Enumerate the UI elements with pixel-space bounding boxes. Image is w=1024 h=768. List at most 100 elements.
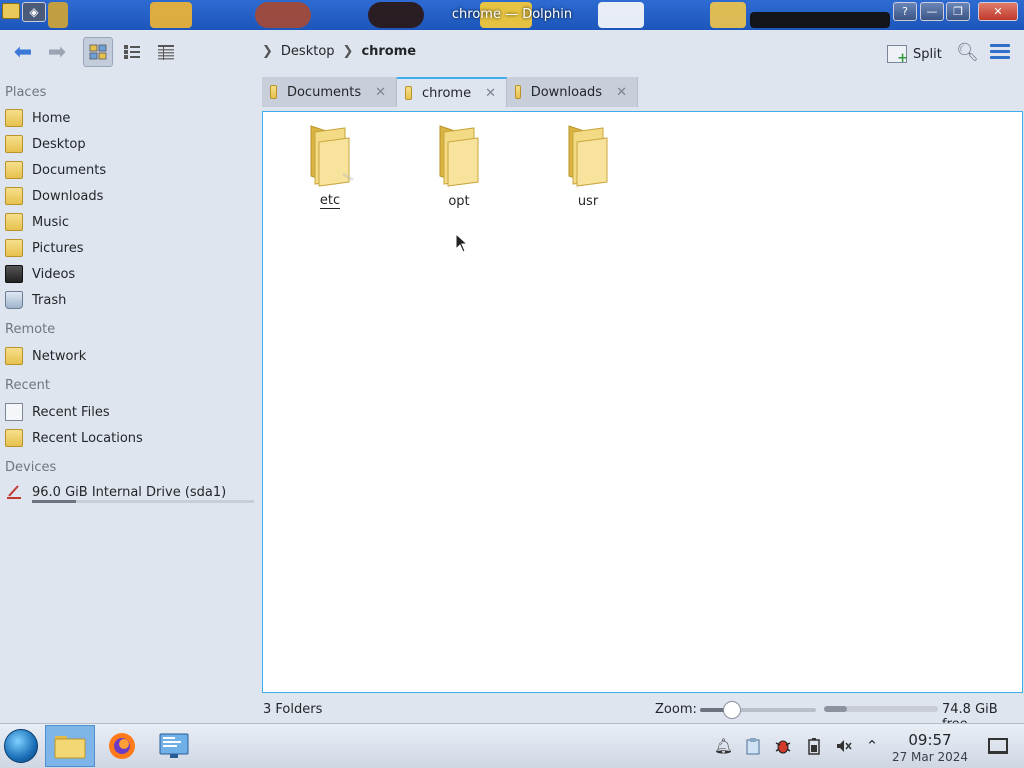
bug-icon[interactable] xyxy=(774,737,792,755)
network-icon xyxy=(5,347,23,365)
details-view-button[interactable] xyxy=(151,37,181,67)
clipboard-icon[interactable] xyxy=(744,737,762,755)
arrow-right-icon: ➡ xyxy=(47,39,67,65)
folder-count: 3 Folders xyxy=(263,702,323,717)
settings-monitor-icon xyxy=(159,733,189,758)
documents-icon xyxy=(5,161,23,179)
clock[interactable]: 09:57 27 Mar 2024 xyxy=(886,731,974,765)
desktop-icon xyxy=(5,135,23,153)
clock-time: 09:57 xyxy=(908,731,952,749)
firefox-icon xyxy=(109,733,135,759)
split-label: Split xyxy=(913,46,942,62)
sidebar-item-trash[interactable]: Trash xyxy=(5,288,255,312)
folder-item-etc[interactable]: etc xyxy=(280,120,380,220)
music-icon xyxy=(5,213,23,231)
folder-item-usr[interactable]: usr xyxy=(538,120,638,220)
downloads-icon xyxy=(5,187,23,205)
folder-icon xyxy=(405,86,413,100)
sidebar-item-recent-locations[interactable]: Recent Locations xyxy=(5,426,255,450)
icons-view-button[interactable] xyxy=(83,37,113,67)
sidebar-item-documents[interactable]: Documents xyxy=(5,158,255,182)
sidebar-item-home[interactable]: Home xyxy=(5,106,255,130)
videos-icon xyxy=(5,265,23,283)
notification-bell-icon[interactable]: 🔔︎ xyxy=(714,737,733,755)
folder-icon xyxy=(270,85,277,99)
folder-icon xyxy=(439,125,479,187)
task-system-settings[interactable] xyxy=(149,725,199,767)
taskbar: 🔔︎ ⌃ 09:57 27 Mar 2024 xyxy=(0,723,1024,768)
tab-bar: Documents ✕ chrome ✕ Downloads ✕ xyxy=(262,77,638,107)
sidebar-item-desktop[interactable]: Desktop xyxy=(5,132,255,156)
folder-name: opt xyxy=(448,194,470,209)
sidebar-item-recent-files[interactable]: Recent Files xyxy=(5,400,255,424)
section-places: Places xyxy=(5,85,47,100)
mouse-cursor-icon xyxy=(455,233,469,253)
split-view-icon xyxy=(887,45,908,66)
clock-date: 27 Mar 2024 xyxy=(891,750,969,764)
tab-chrome[interactable]: chrome ✕ xyxy=(397,77,507,107)
breadcrumb: ❯ Desktop ❯ chrome xyxy=(262,44,416,59)
arrow-left-icon: ⬅ xyxy=(13,39,33,65)
tab-documents[interactable]: Documents ✕ xyxy=(262,77,397,107)
drive-icon xyxy=(5,483,23,501)
back-button[interactable]: ⬅ xyxy=(8,37,38,67)
zoom-slider-handle[interactable] xyxy=(723,701,742,719)
help-button[interactable]: ? xyxy=(893,2,917,21)
show-desktop-button[interactable] xyxy=(988,738,1008,754)
sidebar-item-network[interactable]: Network xyxy=(5,344,255,368)
zoom-label: Zoom: xyxy=(655,702,697,717)
sidebar-item-pictures[interactable]: Pictures xyxy=(5,236,255,260)
search-icon: 🔍︎ xyxy=(956,42,979,63)
window-title: chrome — Dolphin xyxy=(451,7,573,22)
folder-icon xyxy=(54,736,86,759)
folder-item-opt[interactable]: opt xyxy=(409,120,509,220)
close-button[interactable]: ✕ xyxy=(978,2,1018,21)
start-menu-button[interactable] xyxy=(4,729,38,763)
volume-muted-icon[interactable] xyxy=(835,737,853,755)
search-button[interactable]: 🔍︎ xyxy=(956,42,979,64)
task-dolphin[interactable] xyxy=(45,725,95,767)
close-tab-icon[interactable]: ✕ xyxy=(375,85,386,100)
breadcrumb-chrome[interactable]: chrome xyxy=(361,44,416,59)
compact-view-icon xyxy=(124,45,140,59)
chevron-right-icon: ❯ xyxy=(342,44,354,59)
drive-usage-bar xyxy=(32,500,254,503)
tab-downloads[interactable]: Downloads ✕ xyxy=(507,77,638,107)
title-bar[interactable]: ◈ chrome — Dolphin ? — ❐ ✕ xyxy=(0,0,1024,30)
zoom-slider[interactable] xyxy=(700,701,816,719)
sidebar-item-videos[interactable]: Videos xyxy=(5,262,255,286)
chevron-up-icon[interactable]: ⌃ xyxy=(863,737,881,755)
folder-name: etc xyxy=(319,193,341,209)
compact-view-button[interactable] xyxy=(117,37,147,67)
folder-icon xyxy=(310,125,354,187)
places-panel: Places Home Desktop Documents Downloads … xyxy=(0,80,258,720)
folder-icon xyxy=(568,125,608,187)
pictures-icon xyxy=(5,239,23,257)
maximize-button[interactable]: ❐ xyxy=(946,2,970,21)
icons-view-icon xyxy=(89,44,107,60)
close-tab-icon[interactable]: ✕ xyxy=(616,85,627,100)
split-button[interactable]: Split xyxy=(887,42,942,66)
home-folder-icon xyxy=(5,109,23,127)
sidebar-item-music[interactable]: Music xyxy=(5,210,255,234)
section-remote: Remote xyxy=(5,322,56,337)
free-space-bar xyxy=(824,706,938,712)
chevron-right-icon: ❯ xyxy=(262,44,273,59)
forward-button[interactable]: ➡ xyxy=(42,37,72,67)
close-tab-icon[interactable]: ✕ xyxy=(485,86,496,101)
toolbar: ⬅ ➡ ❯ Desktop ❯ chrome Split xyxy=(0,30,1024,76)
trash-icon xyxy=(5,291,23,309)
minimize-button[interactable]: — xyxy=(920,2,944,21)
menu-button[interactable] xyxy=(990,44,1010,60)
folder-icon xyxy=(515,85,521,99)
task-firefox[interactable] xyxy=(97,725,147,767)
file-view[interactable]: etc opt usr xyxy=(262,111,1023,693)
free-space-fill xyxy=(824,706,847,712)
drive-usage-fill xyxy=(32,500,77,503)
recent-locations-icon xyxy=(5,429,23,447)
battery-icon[interactable] xyxy=(805,737,823,755)
breadcrumb-desktop[interactable]: Desktop xyxy=(281,44,335,59)
sidebar-item-downloads[interactable]: Downloads xyxy=(5,184,255,208)
details-view-icon xyxy=(158,45,174,60)
section-recent: Recent xyxy=(5,378,50,393)
